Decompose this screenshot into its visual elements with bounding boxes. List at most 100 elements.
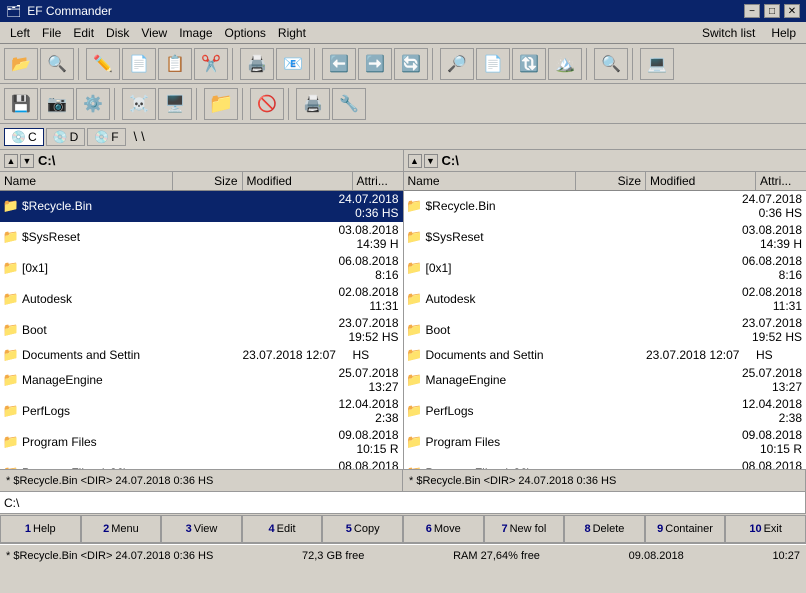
filename: PerfLogs xyxy=(20,404,333,418)
wrench-button[interactable]: 🔧 xyxy=(332,88,366,120)
list-item[interactable]: 📁 ManageEngine 25.07.2018 13:27 xyxy=(0,365,403,396)
copy-button[interactable]: 📋 xyxy=(158,48,192,80)
doc-button[interactable]: 📄 xyxy=(476,48,510,80)
fn3-button[interactable]: 3View xyxy=(161,515,242,543)
list-item[interactable]: 📁 PerfLogs 12.04.2018 2:38 xyxy=(0,396,403,427)
list-item[interactable]: 📁 Documents and Settin 23.07.2018 12:07 … xyxy=(0,346,403,365)
left-down-button[interactable]: ▼ xyxy=(20,154,34,168)
fn-label: View xyxy=(194,523,218,535)
list-item[interactable]: 📁 Autodesk 02.08.2018 11:31 xyxy=(0,284,403,315)
sync-button[interactable]: 🔃 xyxy=(512,48,546,80)
list-item[interactable]: 📁 Boot 23.07.2018 19:52 HS xyxy=(0,315,403,346)
menu-file[interactable]: File xyxy=(36,24,67,42)
monitor-button[interactable]: 🖥️ xyxy=(158,88,192,120)
fn8-button[interactable]: 8Delete xyxy=(564,515,645,543)
left-col-attrib[interactable]: Attri... xyxy=(353,172,403,190)
drive-c-button[interactable]: 💿 C xyxy=(4,128,44,146)
left-col-name[interactable]: Name xyxy=(0,172,173,190)
forward-button[interactable]: ➡️ xyxy=(358,48,392,80)
list-item[interactable]: 📁 [0x1] 06.08.2018 8:16 xyxy=(0,253,403,284)
list-item[interactable]: 📁 ManageEngine 25.07.2018 13:27 xyxy=(404,365,806,396)
mountain-button[interactable]: 🏔️ xyxy=(548,48,582,80)
open-button[interactable]: 📂 xyxy=(4,48,38,80)
list-item[interactable]: 📁 $Recycle.Bin 24.07.2018 0:36 HS xyxy=(0,191,403,222)
left-up-button[interactable]: ▲ xyxy=(4,154,18,168)
menu-disk[interactable]: Disk xyxy=(100,24,135,42)
folder2-button[interactable]: 📁 xyxy=(204,88,238,120)
zoom-button[interactable]: 🔍 xyxy=(594,48,628,80)
menu-image[interactable]: Image xyxy=(173,24,218,42)
help-menu-button[interactable]: Help xyxy=(765,24,802,42)
drive-bar: 💿 C 💿 D 💿 F \ \ xyxy=(0,124,806,150)
maximize-button[interactable]: □ xyxy=(764,4,780,18)
left-panel-list[interactable]: 📁 $Recycle.Bin 24.07.2018 0:36 HS 📁 $Sys… xyxy=(0,191,403,469)
list-item[interactable]: 📁 $Recycle.Bin 24.07.2018 0:36 HS xyxy=(404,191,806,222)
menu-bar: Left File Edit Disk View Image Options R… xyxy=(0,22,806,44)
file-attrib: HS xyxy=(756,348,806,362)
settings-button[interactable]: ⚙️ xyxy=(76,88,110,120)
drive-f-icon: 💿 xyxy=(94,130,109,144)
refresh-button[interactable]: 🔄 xyxy=(394,48,428,80)
left-panel-nav: ▲ ▼ xyxy=(4,154,34,168)
fn1-button[interactable]: 1Help xyxy=(0,515,81,543)
left-col-modified[interactable]: Modified xyxy=(243,172,353,190)
fn5-button[interactable]: 5Copy xyxy=(322,515,403,543)
list-item[interactable]: 📁 Autodesk 02.08.2018 11:31 xyxy=(404,284,806,315)
menu-edit[interactable]: Edit xyxy=(67,24,100,42)
list-item[interactable]: 📁 PerfLogs 12.04.2018 2:38 xyxy=(404,396,806,427)
file-modified: 02.08.2018 11:31 xyxy=(742,285,802,313)
fn6-button[interactable]: 6Move xyxy=(403,515,484,543)
list-item[interactable]: 📁 Program Files (x86) 08.08.2018 15:25 R xyxy=(404,458,806,469)
skull-button[interactable]: ☠️ xyxy=(122,88,156,120)
right-col-name[interactable]: Name xyxy=(404,172,577,190)
status-file-info: * $Recycle.Bin <DIR> 24.07.2018 0:36 HS xyxy=(6,550,213,562)
left-path-input[interactable] xyxy=(0,492,806,513)
list-item[interactable]: 📁 Program Files 09.08.2018 10:15 R xyxy=(404,427,806,458)
fn10-button[interactable]: 10Exit xyxy=(725,515,806,543)
back-button[interactable]: ⬅️ xyxy=(322,48,356,80)
filename: Program Files (x86) xyxy=(424,466,737,469)
menu-options[interactable]: Options xyxy=(219,24,272,42)
list-item[interactable]: 📁 Documents and Settin 23.07.2018 12:07 … xyxy=(404,346,806,365)
file-modified: 08.08.2018 15:25 xyxy=(338,459,398,469)
camera-button[interactable]: 📷 xyxy=(40,88,74,120)
right-up-button[interactable]: ▲ xyxy=(408,154,422,168)
list-item[interactable]: 📁 Program Files 09.08.2018 10:15 R xyxy=(0,427,403,458)
drive-f-button[interactable]: 💿 F xyxy=(87,128,125,146)
terminal-button[interactable]: 💻 xyxy=(640,48,674,80)
minimize-button[interactable]: − xyxy=(744,4,760,18)
fn9-button[interactable]: 9Container xyxy=(645,515,726,543)
printer2-button[interactable]: 🖨️ xyxy=(296,88,330,120)
list-item[interactable]: 📁 Boot 23.07.2018 19:52 HS xyxy=(404,315,806,346)
new-file-button[interactable]: 📄 xyxy=(122,48,156,80)
list-item[interactable]: 📁 $SysReset 03.08.2018 14:39 H xyxy=(404,222,806,253)
fn4-button[interactable]: 4Edit xyxy=(242,515,323,543)
cut-button[interactable]: ✂️ xyxy=(194,48,228,80)
right-panel-list[interactable]: 📁 $Recycle.Bin 24.07.2018 0:36 HS 📁 $Sys… xyxy=(404,191,806,469)
find-button[interactable]: 🔍 xyxy=(40,48,74,80)
right-col-size[interactable]: Size xyxy=(576,172,646,190)
fn7-button[interactable]: 7New fol xyxy=(484,515,565,543)
edit-button[interactable]: ✏️ xyxy=(86,48,120,80)
right-col-attrib[interactable]: Attri... xyxy=(756,172,806,190)
print-button[interactable]: 🖨️ xyxy=(240,48,274,80)
switch-list-button[interactable]: Switch list xyxy=(696,24,761,42)
menu-right[interactable]: Right xyxy=(272,24,312,42)
folder-icon: 📁 xyxy=(406,434,424,450)
close-button[interactable]: ✕ xyxy=(784,4,800,18)
search-button[interactable]: 🔎 xyxy=(440,48,474,80)
left-col-size[interactable]: Size xyxy=(173,172,243,190)
menu-view[interactable]: View xyxy=(135,24,173,42)
save-button[interactable]: 💾 xyxy=(4,88,38,120)
right-down-button[interactable]: ▼ xyxy=(424,154,438,168)
menu-left[interactable]: Left xyxy=(4,24,36,42)
block-button[interactable]: 🚫 xyxy=(250,88,284,120)
file-modified: 06.08.2018 8:16 xyxy=(742,254,802,282)
right-col-modified[interactable]: Modified xyxy=(646,172,756,190)
drive-d-button[interactable]: 💿 D xyxy=(46,128,86,146)
list-item[interactable]: 📁 [0x1] 06.08.2018 8:16 xyxy=(404,253,806,284)
list-item[interactable]: 📁 $SysReset 03.08.2018 14:39 H xyxy=(0,222,403,253)
fn2-button[interactable]: 2Menu xyxy=(81,515,162,543)
mail-button[interactable]: 📧 xyxy=(276,48,310,80)
list-item[interactable]: 📁 Program Files (x86) 08.08.2018 15:25 R xyxy=(0,458,403,469)
